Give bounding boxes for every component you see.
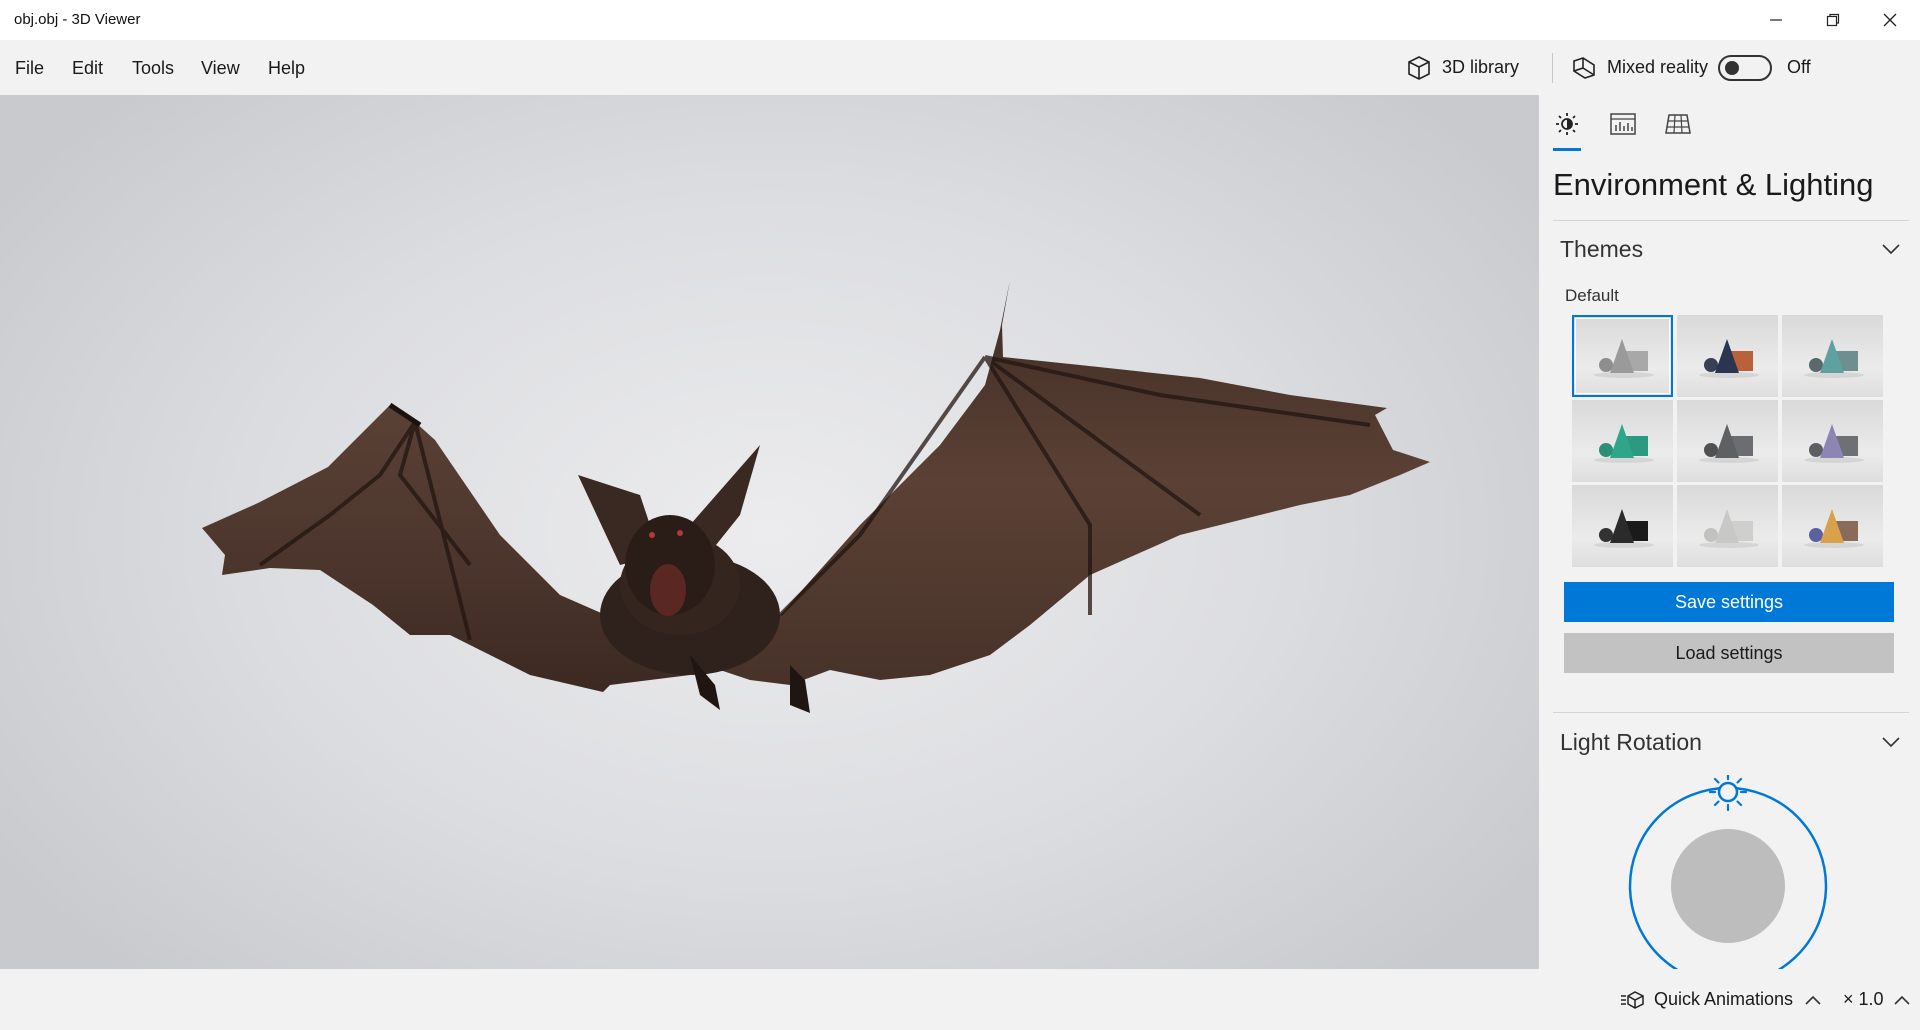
- light-rotation-dial[interactable]: [1623, 775, 1833, 969]
- mixed-reality-button[interactable]: Mixed reality: [1571, 55, 1708, 81]
- close-icon: [1883, 13, 1897, 27]
- save-settings-button[interactable]: Save settings: [1564, 582, 1894, 622]
- theme-tile[interactable]: [1572, 400, 1673, 482]
- tab-stats-shading[interactable]: [1608, 111, 1638, 151]
- theme-preview-icon: [1594, 509, 1654, 548]
- quick-animations-button[interactable]: Quick Animations: [1620, 989, 1829, 1010]
- theme-preview-icon: [1699, 424, 1759, 463]
- menu-bar: File Edit Tools View Help 3D library Mix…: [0, 40, 1920, 95]
- theme-tile[interactable]: [1572, 485, 1673, 567]
- theme-preview-icon: [1594, 424, 1654, 463]
- quick-animations-label: Quick Animations: [1654, 989, 1794, 1009]
- title-bar: obj.obj - 3D Viewer: [0, 0, 1920, 40]
- theme-tile[interactable]: [1782, 400, 1883, 482]
- menu-tools[interactable]: Tools: [132, 58, 174, 79]
- animation-icon: [1621, 990, 1644, 1009]
- tab-grid-views[interactable]: [1663, 111, 1693, 151]
- mixed-reality-toggle[interactable]: [1718, 54, 1772, 81]
- grid-views-icon: [1665, 114, 1691, 134]
- theme-tile[interactable]: [1572, 315, 1673, 397]
- menu-view[interactable]: View: [201, 58, 240, 79]
- theme-tile[interactable]: [1782, 485, 1883, 567]
- theme-preview-icon: [1804, 509, 1864, 548]
- side-panel: Environment & Lighting Themes Default Sa…: [1539, 95, 1920, 969]
- theme-preview-icon: [1804, 424, 1864, 463]
- animation-speed-label: × 1.0: [1843, 989, 1884, 1009]
- divider: [1553, 220, 1909, 221]
- theme-tile[interactable]: [1782, 315, 1883, 397]
- theme-tile[interactable]: [1677, 400, 1778, 482]
- menu-help[interactable]: Help: [268, 58, 305, 79]
- theme-preview-icon: [1594, 339, 1654, 378]
- 3d-library-button[interactable]: 3D library: [1406, 55, 1519, 81]
- selected-theme-label: Default: [1565, 286, 1619, 305]
- panel-title: Environment & Lighting: [1553, 167, 1874, 202]
- chevron-up-icon: [1893, 995, 1910, 1005]
- environment-lighting-icon: [1556, 113, 1578, 135]
- close-button[interactable]: [1862, 0, 1918, 40]
- animation-speed-button[interactable]: × 1.0: [1843, 989, 1910, 1010]
- toolbar-divider: [1552, 52, 1553, 83]
- minimize-button[interactable]: [1748, 0, 1804, 40]
- minimize-icon: [1770, 19, 1782, 21]
- theme-tile[interactable]: [1677, 315, 1778, 397]
- light-rotation-heading[interactable]: Light Rotation: [1560, 729, 1702, 756]
- sun-icon[interactable]: [1708, 775, 1748, 812]
- theme-preview-icon: [1804, 339, 1864, 378]
- menu-file[interactable]: File: [15, 58, 44, 79]
- 3d-library-label: 3D library: [1442, 57, 1520, 77]
- menu-edit[interactable]: Edit: [72, 58, 103, 79]
- mixed-reality-icon: [1573, 56, 1595, 79]
- mixed-reality-state: Off: [1787, 57, 1811, 77]
- theme-tile[interactable]: [1677, 485, 1778, 567]
- toggle-knob: [1725, 60, 1739, 75]
- cube-icon: [1408, 55, 1430, 80]
- restore-icon: [1826, 13, 1840, 27]
- chevron-up-icon: [1805, 995, 1821, 1005]
- theme-preview-icon: [1699, 509, 1759, 548]
- themes-grid: [1572, 315, 1886, 567]
- themes-heading[interactable]: Themes: [1560, 236, 1643, 263]
- status-bar: Quick Animations × 1.0: [0, 969, 1920, 1030]
- theme-preview-icon: [1699, 339, 1759, 378]
- 3d-viewport[interactable]: [0, 95, 1539, 969]
- bat-model[interactable]: [0, 95, 1539, 969]
- load-settings-button[interactable]: Load settings: [1564, 633, 1894, 673]
- chevron-down-icon[interactable]: [1882, 736, 1900, 748]
- window-title: obj.obj - 3D Viewer: [14, 11, 141, 28]
- stats-shading-icon: [1610, 113, 1636, 135]
- restore-button[interactable]: [1805, 0, 1861, 40]
- chevron-down-icon[interactable]: [1882, 243, 1900, 255]
- mixed-reality-label: Mixed reality: [1607, 57, 1709, 77]
- tab-environment-lighting[interactable]: [1553, 111, 1583, 151]
- divider: [1553, 712, 1909, 713]
